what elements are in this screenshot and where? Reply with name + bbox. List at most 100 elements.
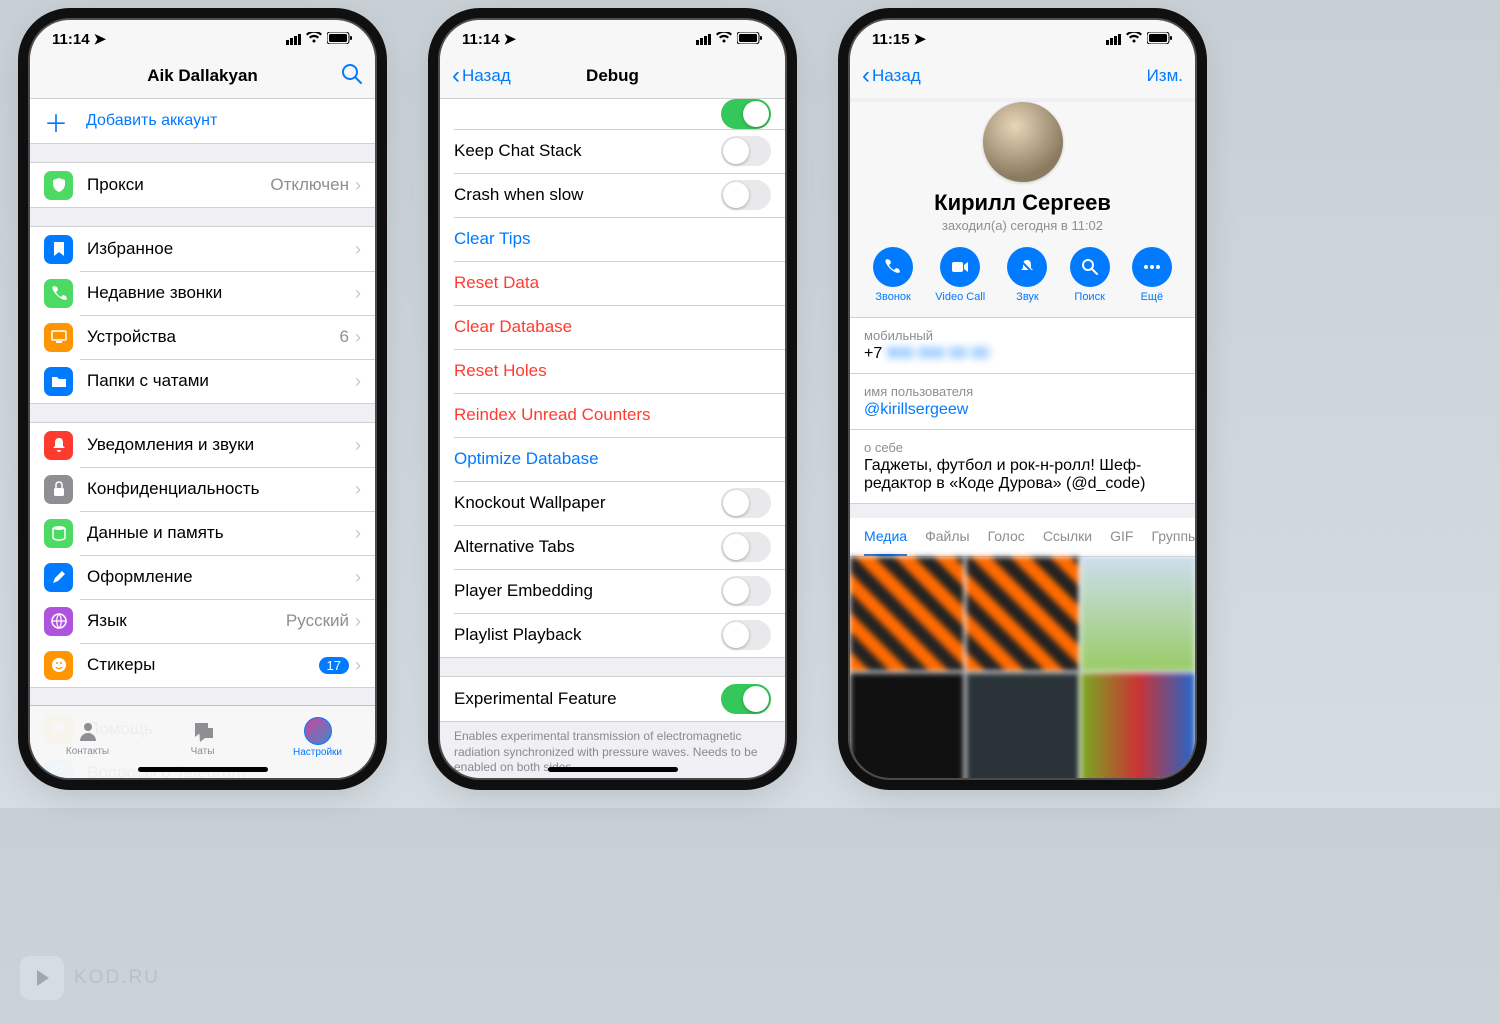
wifi-icon <box>716 31 732 48</box>
signal-icon <box>286 34 301 45</box>
edit-button[interactable]: Изм. <box>1147 66 1183 86</box>
globe-icon <box>44 607 73 636</box>
row-label: Язык <box>87 611 286 631</box>
toggle[interactable] <box>721 136 771 166</box>
row-calls[interactable]: Недавние звонки› <box>30 271 375 315</box>
row-privacy[interactable]: Конфиденциальность› <box>30 467 375 511</box>
nav-bar: ‹Назад Изм. <box>850 54 1195 98</box>
row-folders[interactable]: Папки с чатами› <box>30 359 375 403</box>
plus-icon: ＋ <box>44 104 68 139</box>
mute-button[interactable]: Звук <box>1007 247 1047 303</box>
tab-label: Настройки <box>293 747 342 758</box>
tab-links[interactable]: Ссылки <box>1043 518 1092 556</box>
media-thumb[interactable] <box>850 673 964 778</box>
row-label: Стикеры <box>87 655 319 675</box>
status-bar: 11:14➤ <box>30 20 375 54</box>
row-playlist[interactable]: Playlist Playback <box>440 613 785 657</box>
tab-contacts[interactable]: Контакты <box>30 706 145 768</box>
battery-icon <box>327 31 353 48</box>
row-reset-holes[interactable]: Reset Holes <box>440 349 785 393</box>
tab-media[interactable]: Медиа <box>864 518 907 556</box>
row-knockout-wallpaper[interactable]: Knockout Wallpaper <box>440 481 785 525</box>
avatar[interactable] <box>983 102 1063 182</box>
row-reindex[interactable]: Reindex Unread Counters <box>440 393 785 437</box>
row-label: Папки с чатами <box>87 371 355 391</box>
status-bar: 11:15➤ <box>850 20 1195 54</box>
call-button[interactable]: Звонок <box>873 247 913 303</box>
row-devices[interactable]: Устройства6› <box>30 315 375 359</box>
row-player-embed[interactable]: Player Embedding <box>440 569 785 613</box>
page-title: Aik Dallakyan <box>30 66 375 86</box>
tab-files[interactable]: Файлы <box>925 518 969 556</box>
row-saved[interactable]: Избранное› <box>30 227 375 271</box>
info-username[interactable]: имя пользователя @kirillsergeew <box>850 374 1195 430</box>
row-detail: Русский <box>286 611 349 631</box>
row-clear-tips[interactable]: Clear Tips <box>440 217 785 261</box>
video-button[interactable]: Video Call <box>935 247 985 303</box>
more-button[interactable]: Ещё <box>1132 247 1172 303</box>
back-button[interactable]: ‹Назад <box>862 64 921 88</box>
database-icon <box>44 519 73 548</box>
tab-chats[interactable]: Чаты <box>145 706 260 768</box>
action-label: Звонок <box>875 291 911 303</box>
media-thumb[interactable] <box>966 557 1080 671</box>
toggle[interactable] <box>721 488 771 518</box>
row-reset-data[interactable]: Reset Data <box>440 261 785 305</box>
toggle[interactable] <box>721 684 771 714</box>
row-stickers[interactable]: Стикеры17› <box>30 643 375 687</box>
row-crash-slow[interactable]: Crash when slow <box>440 173 785 217</box>
wifi-icon <box>1126 31 1142 48</box>
search-button[interactable]: Поиск <box>1070 247 1110 303</box>
media-thumb[interactable] <box>1081 673 1195 778</box>
toggle[interactable] <box>721 576 771 606</box>
page-title: Debug <box>440 66 785 86</box>
row-language[interactable]: ЯзыкРусский › <box>30 599 375 643</box>
watermark: KOD.RU <box>20 956 160 1000</box>
chevron-right-icon: › <box>355 327 361 348</box>
tab-settings[interactable]: Настройки <box>260 706 375 768</box>
toggle[interactable] <box>721 620 771 650</box>
battery-icon <box>1147 31 1173 48</box>
profile-name: Кирилл Сергеев <box>862 190 1183 216</box>
phone-blurred: 900 000 00 00 <box>887 345 989 362</box>
row-experimental[interactable]: Experimental Feature <box>440 677 785 721</box>
media-tabs: Медиа Файлы Голос Ссылки GIF Группы <box>850 518 1195 557</box>
bookmark-icon <box>44 235 73 264</box>
row-label: Конфиденциальность <box>87 479 355 499</box>
media-thumb[interactable] <box>850 557 964 671</box>
tab-voice[interactable]: Голос <box>988 518 1025 556</box>
status-bar: 11:14➤ <box>440 20 785 54</box>
media-thumb[interactable] <box>966 673 1080 778</box>
tab-groups[interactable]: Группы <box>1151 518 1195 556</box>
row-data[interactable]: Данные и память› <box>30 511 375 555</box>
add-account-row[interactable]: ＋Добавить аккаунт <box>30 99 375 144</box>
tab-label: Чаты <box>191 746 215 757</box>
tab-gif[interactable]: GIF <box>1110 518 1133 556</box>
play-icon <box>20 956 64 1000</box>
clock: 11:14 <box>52 31 90 48</box>
row-clear-db[interactable]: Clear Database <box>440 305 785 349</box>
chevron-left-icon: ‹ <box>862 64 870 88</box>
row-keep-chat-stack[interactable]: Keep Chat Stack <box>440 129 785 173</box>
toggle[interactable] <box>721 180 771 210</box>
toggle[interactable] <box>721 532 771 562</box>
row-hidden-toggle[interactable] <box>440 99 785 129</box>
row-notifications[interactable]: Уведомления и звуки› <box>30 423 375 467</box>
row-label: Clear Tips <box>454 229 771 249</box>
battery-icon <box>737 31 763 48</box>
lock-icon <box>44 475 73 504</box>
row-alt-tabs[interactable]: Alternative Tabs <box>440 525 785 569</box>
devices-icon <box>44 323 73 352</box>
row-proxy[interactable]: ПроксиОтключен› <box>30 163 375 207</box>
media-thumb[interactable] <box>1081 557 1195 671</box>
row-appearance[interactable]: Оформление› <box>30 555 375 599</box>
row-optimize-db[interactable]: Optimize Database <box>440 437 785 481</box>
toggle[interactable] <box>721 99 771 129</box>
chevron-right-icon: › <box>355 611 361 632</box>
action-label: Поиск <box>1074 291 1104 303</box>
search-button[interactable] <box>341 63 363 90</box>
info-label: мобильный <box>864 328 1181 343</box>
row-label: Crash when slow <box>454 185 721 205</box>
row-label: Reindex Unread Counters <box>454 405 771 425</box>
info-mobile[interactable]: мобильный +7 900 000 00 00 <box>850 318 1195 374</box>
